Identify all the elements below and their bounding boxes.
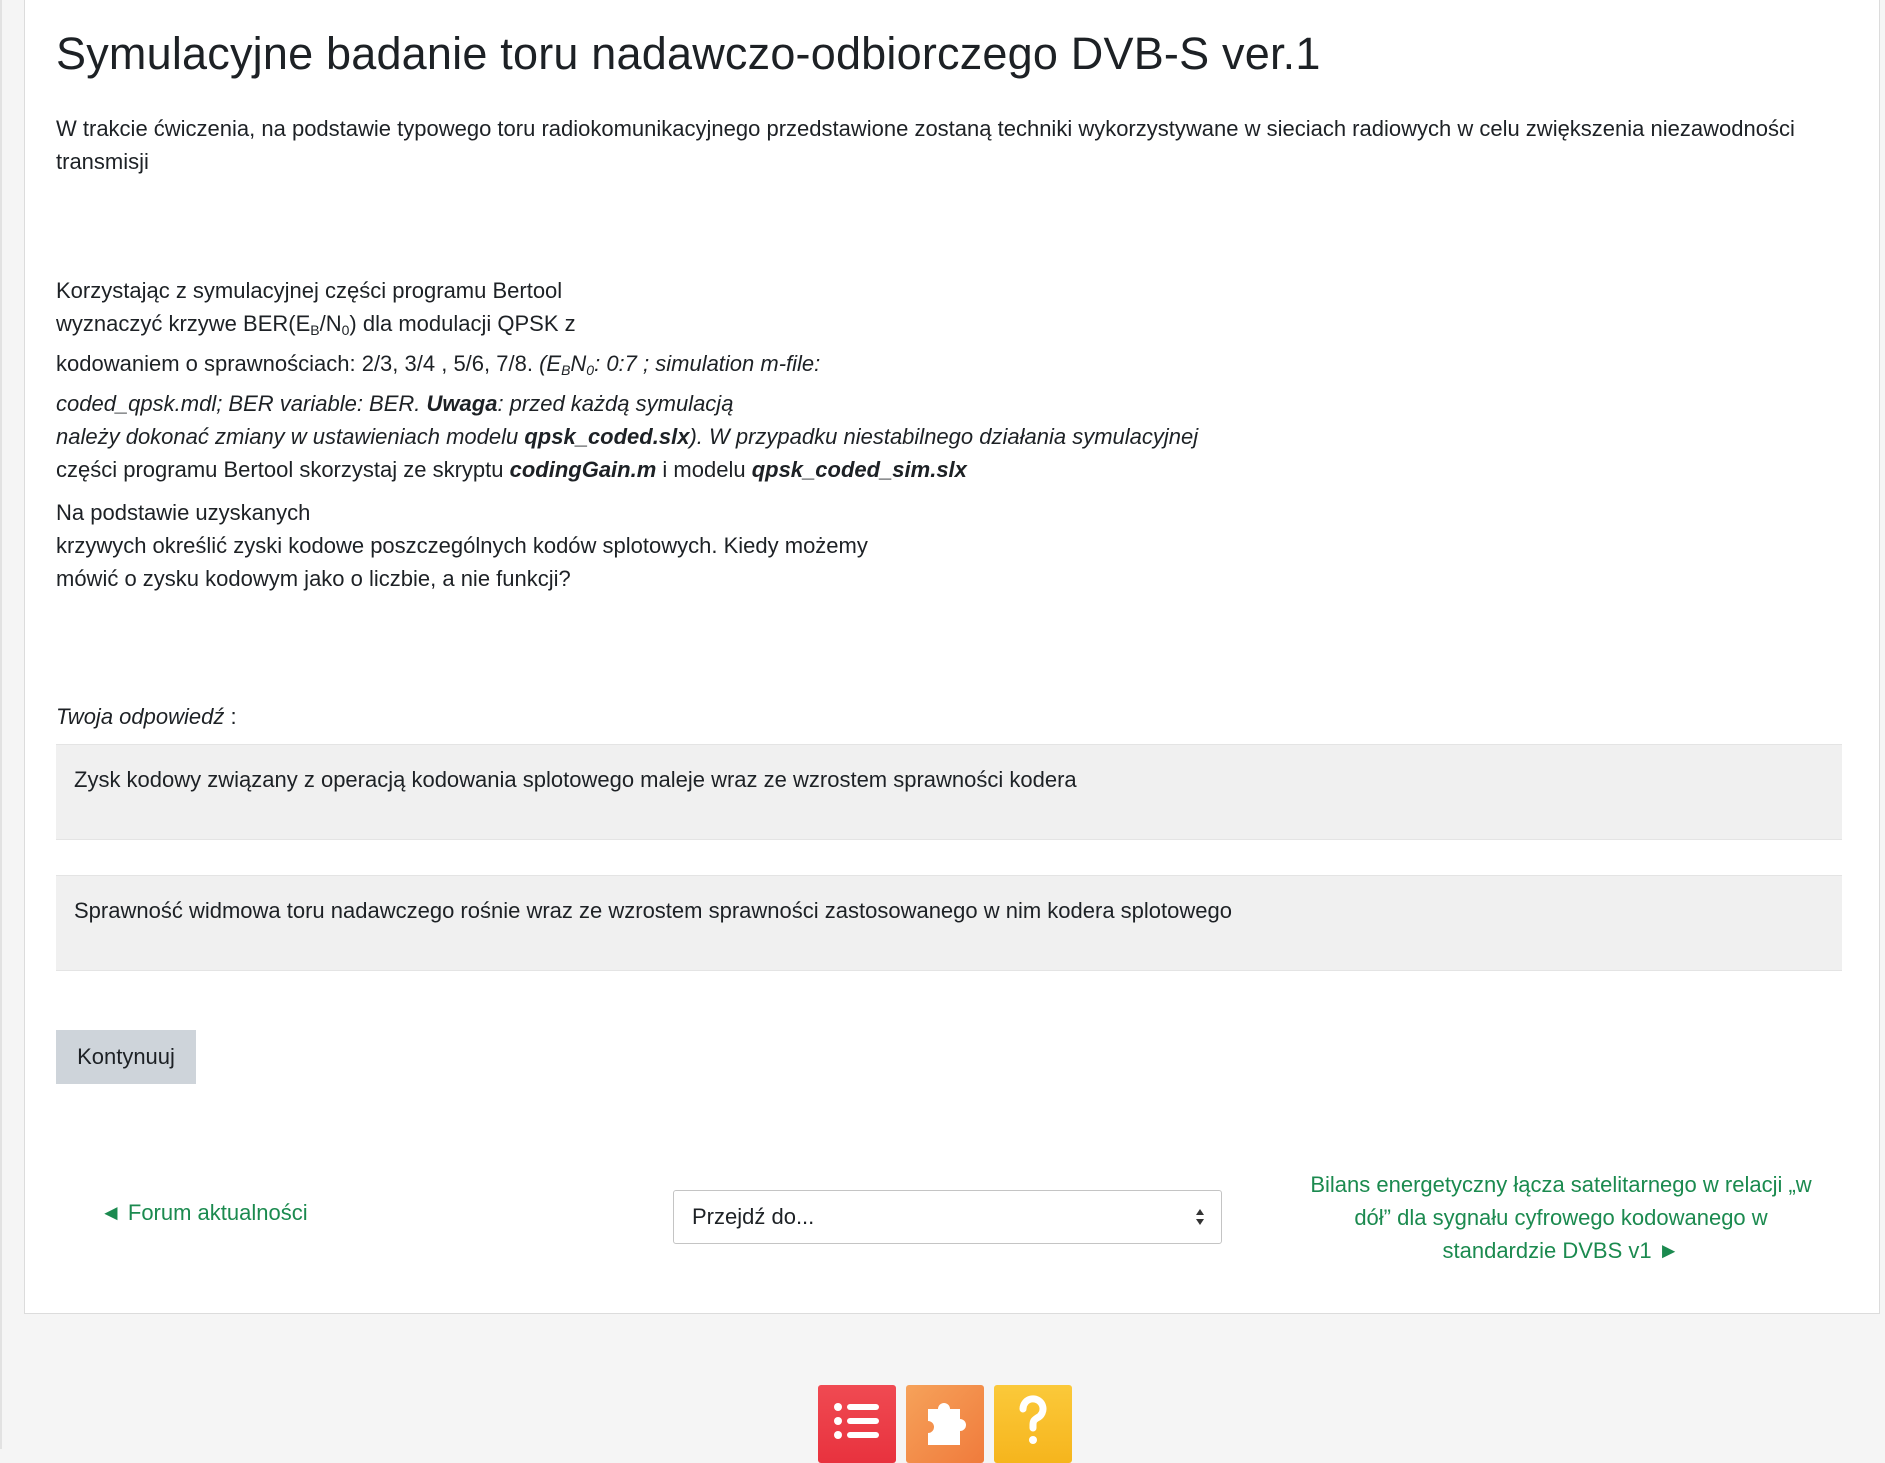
task-line-6: części programu Bertool skorzystaj ze sk… (56, 453, 1198, 486)
task-line-2: wyznaczyć krzywe BER(EB/N0) dla modulacj… (56, 307, 1198, 347)
task-italic: należy dokonać zmiany w ustawieniach mod… (56, 424, 525, 449)
question-line-3: mówić o zysku kodowym jako o liczbie, a … (56, 566, 571, 591)
prev-activity-link[interactable]: ◄ Forum aktualności (100, 1200, 308, 1226)
window-left-edge (0, 0, 2, 1449)
warning-word: Uwaga (426, 391, 498, 416)
sim-model-file-name: qpsk_coded_sim.slx (751, 457, 967, 482)
list-icon[interactable] (818, 1385, 896, 1463)
task-text: wyznaczyć krzywe BER(E (56, 311, 311, 336)
answer-label-text: Twoja odpowiedź (56, 704, 225, 729)
main-card: Symulacyjne badanie toru nadawczo-odbior… (24, 0, 1880, 1314)
task-text: /N (319, 311, 342, 336)
answer-label-suffix: : (224, 704, 237, 729)
select-arrows-icon (1196, 1209, 1204, 1225)
model-file-name: qpsk_coded.slx (524, 424, 690, 449)
intro-text: W trakcie ćwiczenia, na podstawie typowe… (56, 116, 1795, 174)
subscript: B (561, 362, 571, 378)
script-file-name: codingGain.m (509, 457, 657, 482)
question-text: Na podstawie uzyskanych krzywych określi… (56, 496, 868, 595)
question-line-1: Na podstawie uzyskanych (56, 500, 311, 525)
task-line-4: coded_qpsk.mdl; BER variable: BER. Uwaga… (56, 387, 1198, 420)
task-italic: coded_qpsk.mdl; BER variable: BER. (56, 391, 427, 416)
subscript: 0 (586, 362, 595, 378)
task-italic: N (570, 351, 587, 376)
question-line-2: krzywych określić zyski kodowe poszczegó… (56, 533, 868, 558)
task-text: kodowaniem o sprawnościach: 2/3, 3/4 , 5… (56, 351, 540, 376)
next-activity-link[interactable]: Bilans energetyczny łącza satelitarnego … (1301, 1168, 1821, 1267)
next-link-line-1: Bilans energetyczny łącza satelitarnego … (1310, 1172, 1812, 1197)
page-title: Symulacyjne badanie toru nadawczo-odbior… (56, 28, 1321, 79)
task-line-3: kodowaniem o sprawnościach: 2/3, 3/4 , 5… (56, 347, 1198, 387)
next-link-line-3: standardzie DVBS v1 ► (1442, 1238, 1680, 1263)
help-icon[interactable] (994, 1385, 1072, 1463)
task-italic: (E (539, 351, 562, 376)
task-description: Korzystając z symulacyjnej części progra… (56, 274, 1198, 486)
continue-button[interactable]: Kontynuuj (56, 1030, 196, 1084)
task-italic: ). W przypadku niestabilnego działania s… (689, 424, 1199, 449)
answer-item: Zysk kodowy związany z operacją kodowani… (56, 744, 1842, 840)
task-line-1: Korzystając z symulacyjnej części progra… (56, 278, 563, 303)
answer-item: Sprawność widmowa toru nadawczego rośnie… (56, 875, 1842, 971)
puzzle-icon[interactable] (906, 1385, 984, 1463)
next-link-line-2: dół” dla sygnału cyfrowego kodowanego w (1354, 1205, 1768, 1230)
jump-to-placeholder: Przejdź do... (692, 1204, 815, 1229)
subscript: B (310, 322, 320, 338)
task-line-5: należy dokonać zmiany w ustawieniach mod… (56, 420, 1198, 453)
task-text: części programu Bertool skorzystaj ze sk… (56, 457, 510, 482)
task-text: ) dla modulacji QPSK z (349, 311, 576, 336)
jump-to-select[interactable]: Przejdź do... (673, 1190, 1222, 1244)
task-italic: : przed każdą symulacją (497, 391, 734, 416)
answer-label: Twoja odpowiedź : (56, 700, 237, 733)
task-text: i modelu (656, 457, 752, 482)
task-italic: : 0:7 ; simulation m-file: (594, 351, 821, 376)
